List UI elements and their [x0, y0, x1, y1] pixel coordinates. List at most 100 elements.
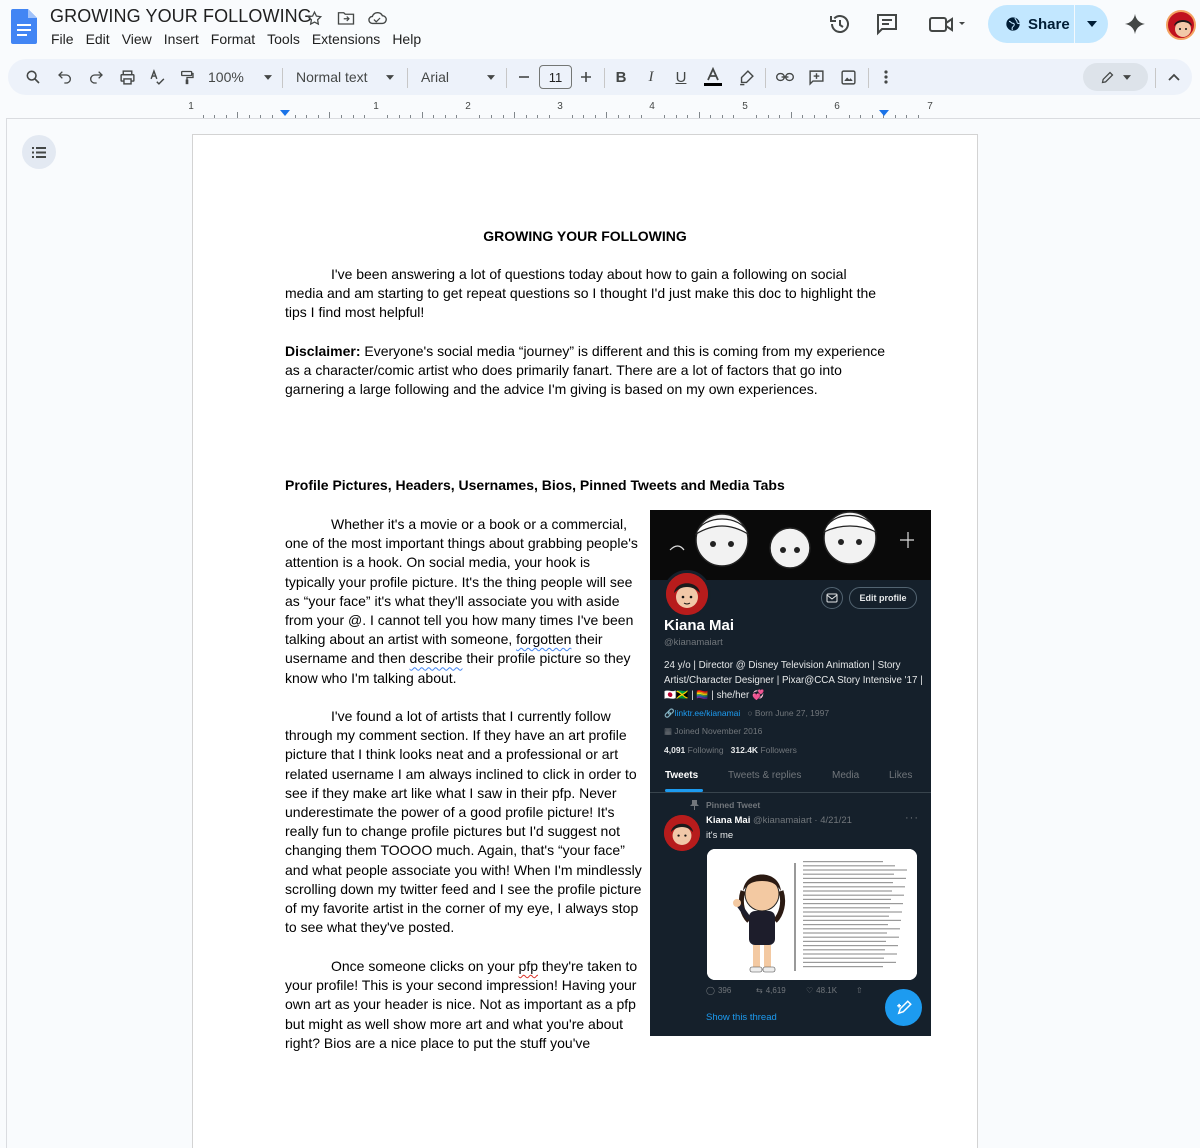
- font-value: Arial: [421, 69, 450, 85]
- ruler-label: 1: [373, 101, 379, 112]
- share-button[interactable]: Share: [988, 5, 1074, 43]
- pencil-icon: [1101, 71, 1114, 83]
- menu-help[interactable]: Help: [392, 31, 428, 47]
- media-text-line: [803, 911, 902, 913]
- retweet-icon: ⇆: [756, 986, 763, 995]
- cloud-status-icon[interactable]: [366, 9, 387, 27]
- twitter-tweet-avatar: [664, 815, 700, 851]
- para3-text-a: Once someone clicks on your: [331, 958, 519, 974]
- media-text-line: [803, 915, 889, 917]
- document-title[interactable]: GROWING YOUR FOLLOWING: [50, 6, 312, 27]
- embedded-twitter-profile-image[interactable]: Edit profile Kiana Mai @kianamaiart 24 y…: [650, 510, 931, 1036]
- outline-list-icon: [32, 146, 46, 158]
- search-menus-icon[interactable]: [22, 59, 44, 95]
- followers-label: Followers: [760, 745, 797, 755]
- version-history-icon[interactable]: [826, 10, 854, 38]
- menu-edit[interactable]: Edit: [86, 31, 117, 47]
- italic-icon[interactable]: I: [642, 59, 660, 95]
- twitter-handle: @kianamaiart: [664, 637, 723, 648]
- insert-link-icon[interactable]: [774, 59, 796, 95]
- menu-tools[interactable]: Tools: [267, 31, 307, 47]
- left-indent-marker[interactable]: [280, 110, 290, 116]
- share-dropdown-button[interactable]: [1075, 5, 1108, 43]
- para2-text: I've found a lot of artists that I curre…: [285, 708, 642, 936]
- right-indent-marker[interactable]: [879, 110, 889, 116]
- font-select[interactable]: Arial: [421, 59, 495, 95]
- more-dots-icon: ···: [905, 812, 919, 824]
- menu-extensions[interactable]: Extensions: [312, 31, 387, 47]
- grammar-suggestion-word[interactable]: forgotten: [516, 631, 571, 647]
- twitter-profile-tabs: Tweets Tweets & replies Media Likes: [650, 765, 931, 793]
- insert-image-icon[interactable]: [837, 59, 859, 95]
- media-text-line: [803, 898, 891, 900]
- twitter-tab-replies: Tweets & replies: [728, 770, 802, 781]
- tweet-retweets: ⇆ 4,619: [756, 986, 786, 995]
- horizontal-ruler[interactable]: 1 1 2 3 4 5 6 7: [185, 100, 978, 120]
- more-options-icon[interactable]: [878, 59, 894, 95]
- star-icon[interactable]: [304, 9, 325, 27]
- meet-icon[interactable]: [926, 10, 970, 38]
- increase-font-size-icon[interactable]: [578, 59, 594, 95]
- caret-down-icon: [386, 74, 394, 80]
- highlight-color-icon[interactable]: [736, 59, 756, 95]
- undo-icon[interactable]: [54, 59, 76, 95]
- twitter-joined: Joined November 2016: [674, 726, 763, 736]
- tweet-replies: ◯ 396: [706, 986, 731, 995]
- twitter-joined-row: ▦ Joined November 2016: [664, 726, 762, 737]
- menu-format[interactable]: Format: [211, 31, 262, 47]
- ruler-label: 3: [557, 101, 563, 112]
- paragraph-style-select[interactable]: Normal text: [296, 59, 394, 95]
- bold-icon[interactable]: B: [612, 59, 630, 95]
- tweet-likes: ♡ 48.1K: [806, 986, 837, 995]
- media-text-line: [803, 861, 883, 863]
- calendar-icon: ▦: [664, 726, 673, 736]
- underline-icon[interactable]: U: [672, 59, 690, 95]
- media-text-line: [803, 873, 894, 875]
- comments-icon[interactable]: [873, 10, 901, 38]
- gemini-icon[interactable]: [1121, 10, 1149, 38]
- menu-view[interactable]: View: [122, 31, 159, 47]
- grammar-suggestion-word[interactable]: describe: [410, 650, 463, 666]
- media-text-line: [803, 940, 886, 942]
- body-paragraph-2: I've found a lot of artists that I curre…: [285, 707, 642, 937]
- add-comment-icon[interactable]: [805, 59, 827, 95]
- media-text-line: [803, 903, 903, 905]
- menu-file[interactable]: File: [51, 31, 81, 47]
- twitter-display-name: Kiana Mai: [664, 617, 735, 634]
- section-heading: Profile Pictures, Headers, Usernames, Bi…: [285, 477, 785, 493]
- twitter-tweet-header: Kiana Mai @kianamaiart · 4/21/21: [706, 815, 852, 826]
- twitter-tweet-media: [707, 849, 917, 980]
- menu-insert[interactable]: Insert: [164, 31, 206, 47]
- text-color-icon[interactable]: [702, 59, 724, 95]
- twitter-pinned-label: Pinned Tweet: [706, 800, 761, 810]
- caret-down-icon: [1123, 74, 1131, 80]
- reply-icon: ◯: [706, 986, 715, 995]
- document-outline-button[interactable]: [22, 135, 56, 169]
- redo-icon[interactable]: [85, 59, 107, 95]
- followers-count: 312.4K: [730, 745, 759, 755]
- spelling-error-word[interactable]: pfp: [519, 958, 538, 974]
- media-text-line: [803, 936, 899, 938]
- print-icon[interactable]: [116, 59, 138, 95]
- intro-text: I've been answering a lot of questions t…: [285, 266, 877, 321]
- zoom-select[interactable]: 100%: [208, 59, 272, 95]
- move-folder-icon[interactable]: [335, 9, 356, 27]
- docs-logo-icon[interactable]: [11, 9, 37, 44]
- font-size-input[interactable]: 11: [539, 65, 572, 89]
- twitter-edit-profile-label: Edit profile: [849, 587, 917, 609]
- twitter-profile-avatar: [663, 570, 711, 618]
- editing-mode-button[interactable]: [1083, 63, 1148, 91]
- decrease-font-size-icon[interactable]: [516, 59, 532, 95]
- globe-icon: [1006, 17, 1020, 31]
- media-text-line: [803, 945, 898, 947]
- ruler-label: 4: [649, 101, 655, 112]
- intro-paragraph: I've been answering a lot of questions t…: [285, 265, 885, 323]
- tweet-meta: @kianamaiart · 4/21/21: [753, 815, 852, 826]
- spellcheck-icon[interactable]: [146, 59, 168, 95]
- twitter-show-thread: Show this thread: [706, 1012, 777, 1023]
- twitter-tab-tweets: Tweets: [665, 770, 699, 781]
- user-avatar[interactable]: [1166, 10, 1196, 40]
- heart-icon: ♡: [806, 986, 814, 995]
- hide-menus-icon[interactable]: [1165, 59, 1183, 95]
- paint-format-icon[interactable]: [176, 59, 198, 95]
